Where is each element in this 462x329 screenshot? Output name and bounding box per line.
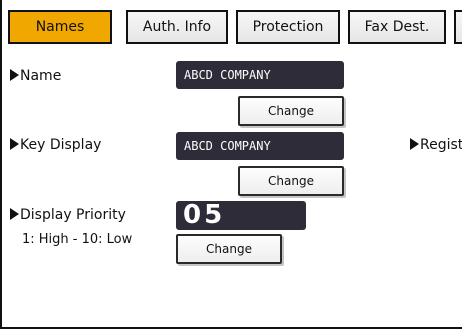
registration-label: Regist	[420, 137, 462, 153]
tab-protection[interactable]: Protection	[236, 10, 340, 44]
name-label: Name	[20, 68, 62, 84]
name-value: ABCD COMPANY	[176, 61, 344, 89]
key-display-change-button[interactable]: Change	[238, 166, 344, 196]
display-priority-label: Display Priority	[20, 207, 126, 223]
tab-auth-info[interactable]: Auth. Info	[126, 10, 228, 44]
tab-names[interactable]: Names	[8, 10, 112, 44]
display-priority-hint: 1: High - 10: Low	[22, 232, 133, 247]
panel-frame	[0, 0, 462, 329]
tab-fax-dest[interactable]: Fax Dest.	[348, 10, 446, 44]
name-label-row: Name	[10, 68, 61, 84]
key-display-label: Key Display	[20, 137, 102, 153]
triangle-right-icon	[410, 138, 419, 150]
display-priority-value: 05	[176, 201, 306, 230]
display-priority-label-row: Display Priority	[10, 207, 126, 223]
name-change-button[interactable]: Change	[238, 96, 344, 126]
display-priority-change-button[interactable]: Change	[176, 234, 282, 264]
registration-label-row: Regist	[410, 137, 462, 153]
triangle-right-icon	[10, 69, 19, 81]
key-display-label-row: Key Display	[10, 137, 101, 153]
address-book-screen: Names Auth. Info Protection Fax Dest. Na…	[0, 0, 462, 329]
tab-more[interactable]	[454, 10, 462, 44]
triangle-right-icon	[10, 138, 19, 150]
key-display-value: ABCD COMPANY	[176, 132, 344, 160]
triangle-right-icon	[10, 208, 19, 220]
